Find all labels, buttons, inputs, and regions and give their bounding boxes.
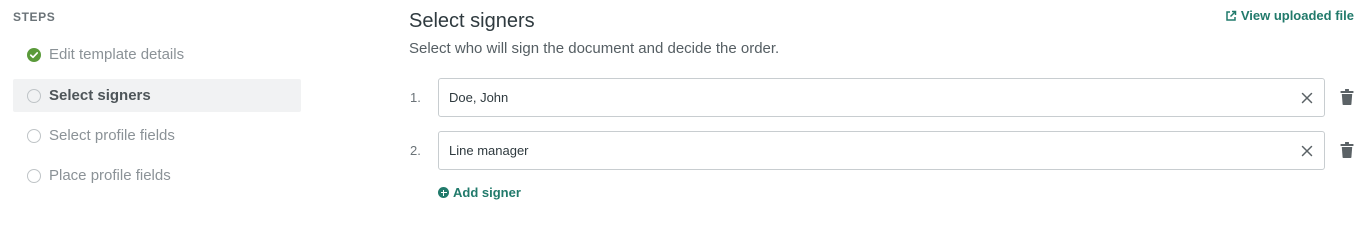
signer-order-number: 2.	[410, 143, 421, 158]
trash-icon[interactable]	[1340, 89, 1354, 105]
step-place-profile-fields[interactable]: Place profile fields	[13, 159, 301, 192]
close-icon[interactable]	[1301, 145, 1313, 157]
step-label: Place profile fields	[49, 167, 171, 184]
signer-row: 2. Line manager	[409, 131, 1359, 170]
circle-outline-icon	[27, 88, 41, 103]
step-edit-template-details[interactable]: Edit template details	[13, 38, 301, 71]
step-select-profile-fields[interactable]: Select profile fields	[13, 119, 301, 152]
signer-input[interactable]: Doe, John	[438, 78, 1325, 117]
signer-value: Line manager	[449, 143, 529, 158]
steps-sidebar: STEPS Edit template details Select signe…	[0, 0, 310, 211]
circle-outline-icon	[27, 168, 41, 183]
step-select-signers[interactable]: Select signers	[13, 79, 301, 112]
signer-row: 1. Doe, John	[409, 78, 1359, 117]
page-title: Select signers	[409, 10, 535, 32]
circle-outline-icon	[27, 128, 41, 143]
steps-heading: STEPS	[13, 10, 56, 24]
view-uploaded-file-label: View uploaded file	[1240, 8, 1354, 23]
view-uploaded-file-link[interactable]: View uploaded file	[1225, 8, 1354, 23]
add-signer-label: Add signer	[453, 185, 521, 200]
trash-icon[interactable]	[1340, 142, 1354, 158]
step-label: Edit template details	[49, 46, 185, 63]
step-label: Select profile fields	[49, 127, 175, 144]
signer-value: Doe, John	[449, 90, 509, 105]
page-subtitle: Select who will sign the document and de…	[409, 40, 780, 57]
step-label: Select signers	[49, 87, 151, 104]
close-icon[interactable]	[1301, 92, 1313, 104]
add-signer-button[interactable]: Add signer	[438, 185, 521, 200]
signer-order-number: 1.	[410, 90, 421, 105]
plus-circle-icon	[438, 187, 449, 198]
external-link-icon	[1226, 10, 1237, 21]
main-panel: Select signers Select who will sign the …	[409, 0, 1368, 211]
check-circle-icon	[27, 47, 41, 62]
signer-input[interactable]: Line manager	[438, 131, 1325, 170]
